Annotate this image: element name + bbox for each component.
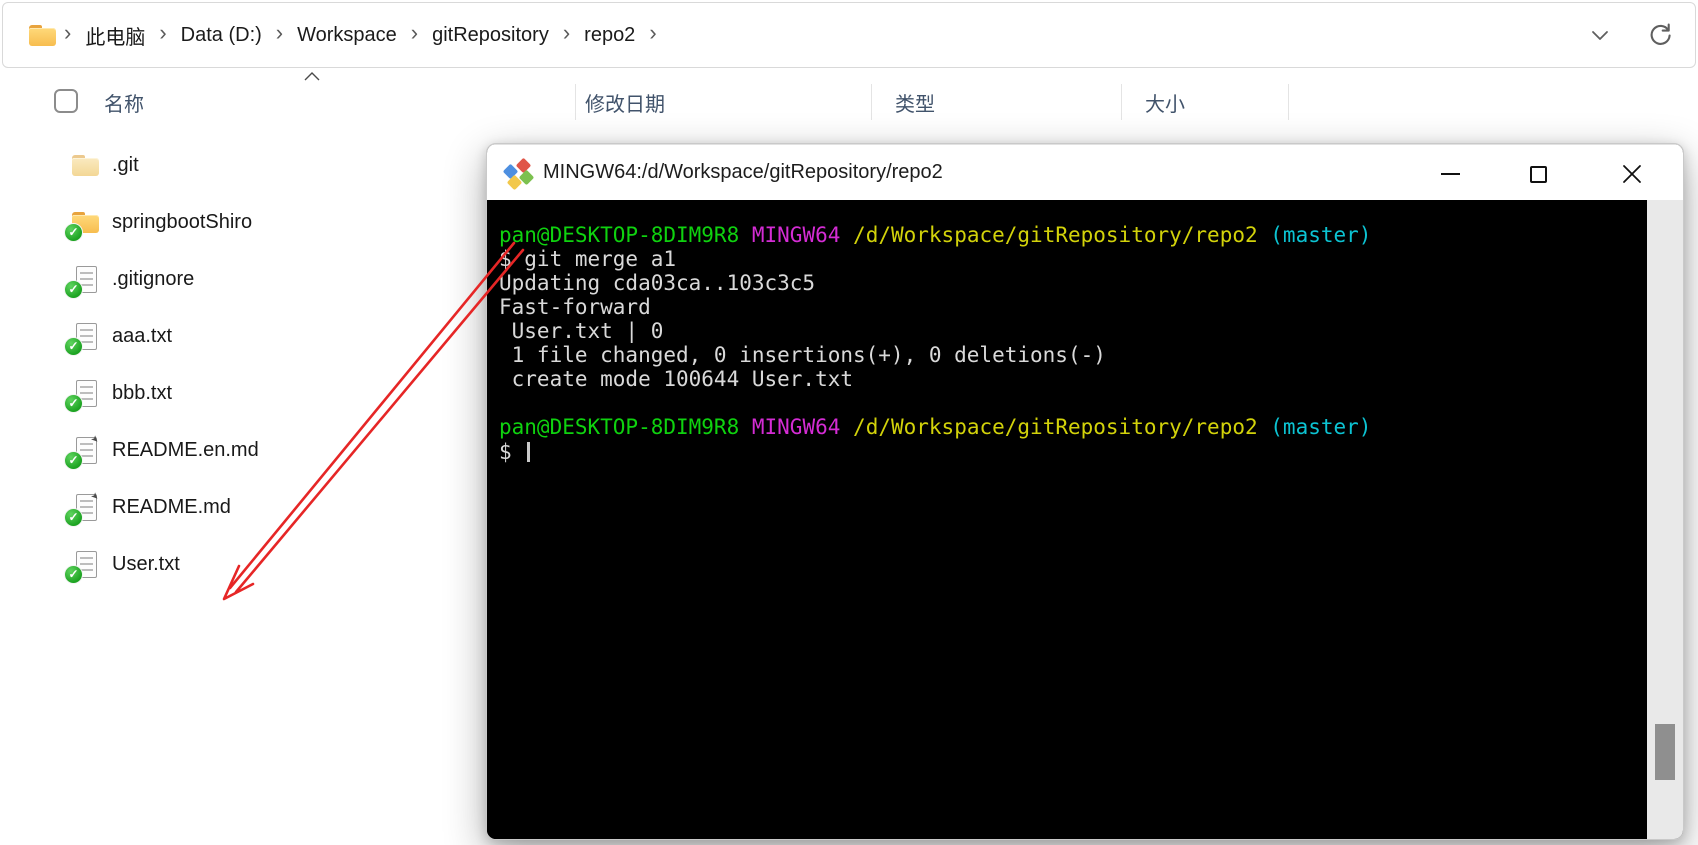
folder-icon: ✓ (70, 208, 102, 238)
terminal-line: pan@DESKTOP-8DIM9R8 MINGW64 /d/Workspace… (499, 415, 1647, 439)
file-row[interactable]: ✓ springbootShiro (0, 194, 560, 251)
terminal-title-bar[interactable]: MINGW64:/d/Workspace/gitRepository/repo2 (487, 144, 1683, 200)
select-all-checkbox[interactable] (54, 89, 78, 113)
current-folder-icon (29, 25, 56, 46)
column-header-date-modified[interactable]: 修改日期 (585, 88, 665, 117)
terminal-line: Updating cda03ca..103c3c5 (499, 271, 1647, 295)
file-name: aaa.txt (112, 325, 172, 348)
file-row[interactable]: .git (0, 137, 560, 194)
terminal-line: $ (499, 439, 1647, 463)
file-list-header: 名称 修改日期 类型 大小 (0, 70, 1698, 130)
file-name: User.txt (112, 553, 180, 576)
breadcrumb: ›此电脑›Data (D:)›Workspace›gitRepository›r… (56, 17, 665, 54)
file-name: .gitignore (112, 268, 194, 291)
terminal-line: create mode 100644 User.txt (499, 367, 1647, 391)
file-name: README.en.md (112, 439, 259, 462)
md-arrow-icon: ➤ (89, 432, 102, 445)
file-icon: ✓ (70, 550, 102, 580)
terminal-line: Fast-forward (499, 295, 1647, 319)
breadcrumb-item[interactable]: Workspace (291, 20, 403, 51)
file-row[interactable]: ➤✓README.md (0, 479, 560, 536)
file-name: bbb.txt (112, 382, 172, 405)
file-icon: ✓ (70, 265, 102, 295)
close-icon (1622, 164, 1642, 184)
git-synced-check-icon: ✓ (64, 280, 83, 299)
file-icon: ➤✓ (70, 436, 102, 466)
breadcrumb-chevron-icon: › (151, 20, 174, 46)
breadcrumb-chevron-icon: › (403, 20, 426, 46)
file-icon: ➤✓ (70, 493, 102, 523)
address-bar[interactable]: ›此电脑›Data (D:)›Workspace›gitRepository›r… (2, 2, 1696, 68)
file-name: .git (112, 154, 139, 177)
column-separator[interactable] (575, 84, 576, 120)
column-separator[interactable] (1288, 84, 1289, 120)
breadcrumb-item[interactable]: gitRepository (426, 20, 555, 51)
terminal-window: MINGW64:/d/Workspace/gitRepository/repo2… (486, 143, 1684, 840)
file-row[interactable]: ✓ bbb.txt (0, 365, 560, 422)
md-arrow-icon: ➤ (89, 489, 102, 502)
address-dropdown-chevron-icon[interactable] (1583, 18, 1617, 52)
terminal-line: $ git merge a1 (499, 247, 1647, 271)
terminal-line: 1 file changed, 0 insertions(+), 0 delet… (499, 343, 1647, 367)
terminal-line: User.txt | 0 (499, 319, 1647, 343)
terminal-output[interactable]: pan@DESKTOP-8DIM9R8 MINGW64 /d/Workspace… (487, 200, 1647, 839)
git-synced-check-icon: ✓ (64, 337, 83, 356)
column-header-size[interactable]: 大小 (1145, 88, 1185, 117)
maximize-button[interactable] (1521, 157, 1555, 191)
git-synced-check-icon: ✓ (64, 394, 83, 413)
breadcrumb-item[interactable]: 此电脑 (79, 17, 151, 54)
file-name: springbootShiro (112, 211, 252, 234)
git-synced-check-icon: ✓ (64, 508, 83, 527)
breadcrumb-chevron-icon: › (56, 20, 79, 46)
minimize-button[interactable] (1433, 157, 1467, 191)
close-button[interactable] (1615, 157, 1649, 191)
breadcrumb-item[interactable]: repo2 (578, 20, 641, 51)
terminal-scrollbar-thumb[interactable] (1655, 724, 1675, 780)
git-synced-check-icon: ✓ (64, 565, 83, 584)
refresh-icon[interactable] (1643, 18, 1677, 52)
file-name: README.md (112, 496, 231, 519)
terminal-cursor (527, 442, 530, 462)
file-icon: ✓ (70, 322, 102, 352)
terminal-scrollbar[interactable] (1647, 200, 1683, 839)
terminal-title: MINGW64:/d/Workspace/gitRepository/repo2 (543, 161, 943, 184)
terminal-line: pan@DESKTOP-8DIM9R8 MINGW64 /d/Workspace… (499, 223, 1647, 247)
minimize-icon (1441, 173, 1460, 175)
column-header-type[interactable]: 类型 (895, 88, 935, 117)
file-row[interactable]: ✓ .gitignore (0, 251, 560, 308)
terminal-line (499, 391, 1647, 415)
file-icon: ✓ (70, 379, 102, 409)
column-separator[interactable] (871, 84, 872, 120)
git-synced-check-icon: ✓ (64, 223, 83, 242)
file-row[interactable]: ✓ User.txt (0, 536, 560, 593)
breadcrumb-chevron-icon: › (641, 20, 664, 46)
sort-ascending-icon (303, 72, 321, 82)
file-row[interactable]: ➤✓README.en.md (0, 422, 560, 479)
screen: ›此电脑›Data (D:)›Workspace›gitRepository›r… (0, 0, 1698, 845)
breadcrumb-chevron-icon: › (268, 20, 291, 46)
column-header-name[interactable]: 名称 (104, 88, 144, 117)
git-synced-check-icon: ✓ (64, 451, 83, 470)
column-separator[interactable] (1121, 84, 1122, 120)
breadcrumb-chevron-icon: › (555, 20, 578, 46)
file-list: .git✓springbootShiro✓.gitignore✓aaa.txt✓… (0, 137, 560, 593)
file-row[interactable]: ✓ aaa.txt (0, 308, 560, 365)
folder-icon (70, 151, 102, 181)
maximize-icon (1530, 166, 1547, 183)
breadcrumb-item[interactable]: Data (D:) (175, 20, 268, 51)
mingw64-logo-icon (503, 158, 533, 188)
